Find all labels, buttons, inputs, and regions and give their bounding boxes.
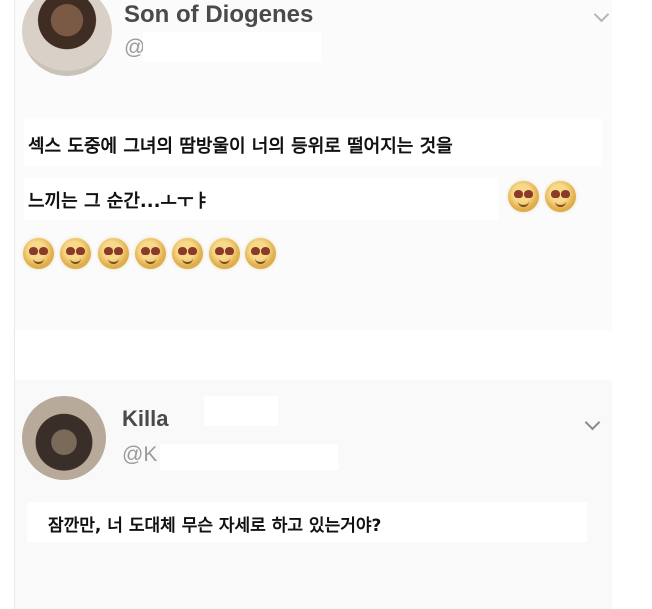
- heart-eyes-emoji: [23, 238, 54, 269]
- heart-eyes-emoji: [209, 238, 240, 269]
- tweet-text-line-3: 잠깐만, 너 도대체 무슨 자세로 하고 있는거야?: [27, 502, 587, 542]
- handle-2[interactable]: @K: [122, 443, 157, 467]
- display-name-1[interactable]: Son of Diogenes: [124, 1, 313, 29]
- heart-eyes-emoji: [245, 238, 276, 269]
- heart-eyes-emoji: [98, 238, 129, 269]
- heart-eyes-emoji: [508, 181, 539, 212]
- display-name-2[interactable]: Killa: [122, 406, 168, 432]
- heart-eyes-emoji: [135, 238, 166, 269]
- redaction-box: [143, 32, 321, 62]
- screenshot-canvas: Son of Diogenes @ 섹스 도중에 그녀의 땀방울이 너의 등위로…: [0, 0, 652, 609]
- heart-eyes-emoji: [60, 238, 91, 269]
- heart-eyes-emoji: [172, 238, 203, 269]
- right-gutter: [612, 0, 652, 609]
- heart-eyes-emoji: [545, 181, 576, 212]
- tweet-text-line-2: 느끼는 그 순간...ㅗㅜㅑ: [24, 178, 498, 220]
- tweet-card-2: [15, 380, 612, 609]
- redaction-box: [160, 444, 338, 470]
- avatar-killa[interactable]: [22, 396, 106, 480]
- redaction-box: [204, 396, 278, 426]
- tweet-text-line-1: 섹스 도중에 그녀의 땀방울이 너의 등위로 떨어지는 것을: [24, 118, 602, 166]
